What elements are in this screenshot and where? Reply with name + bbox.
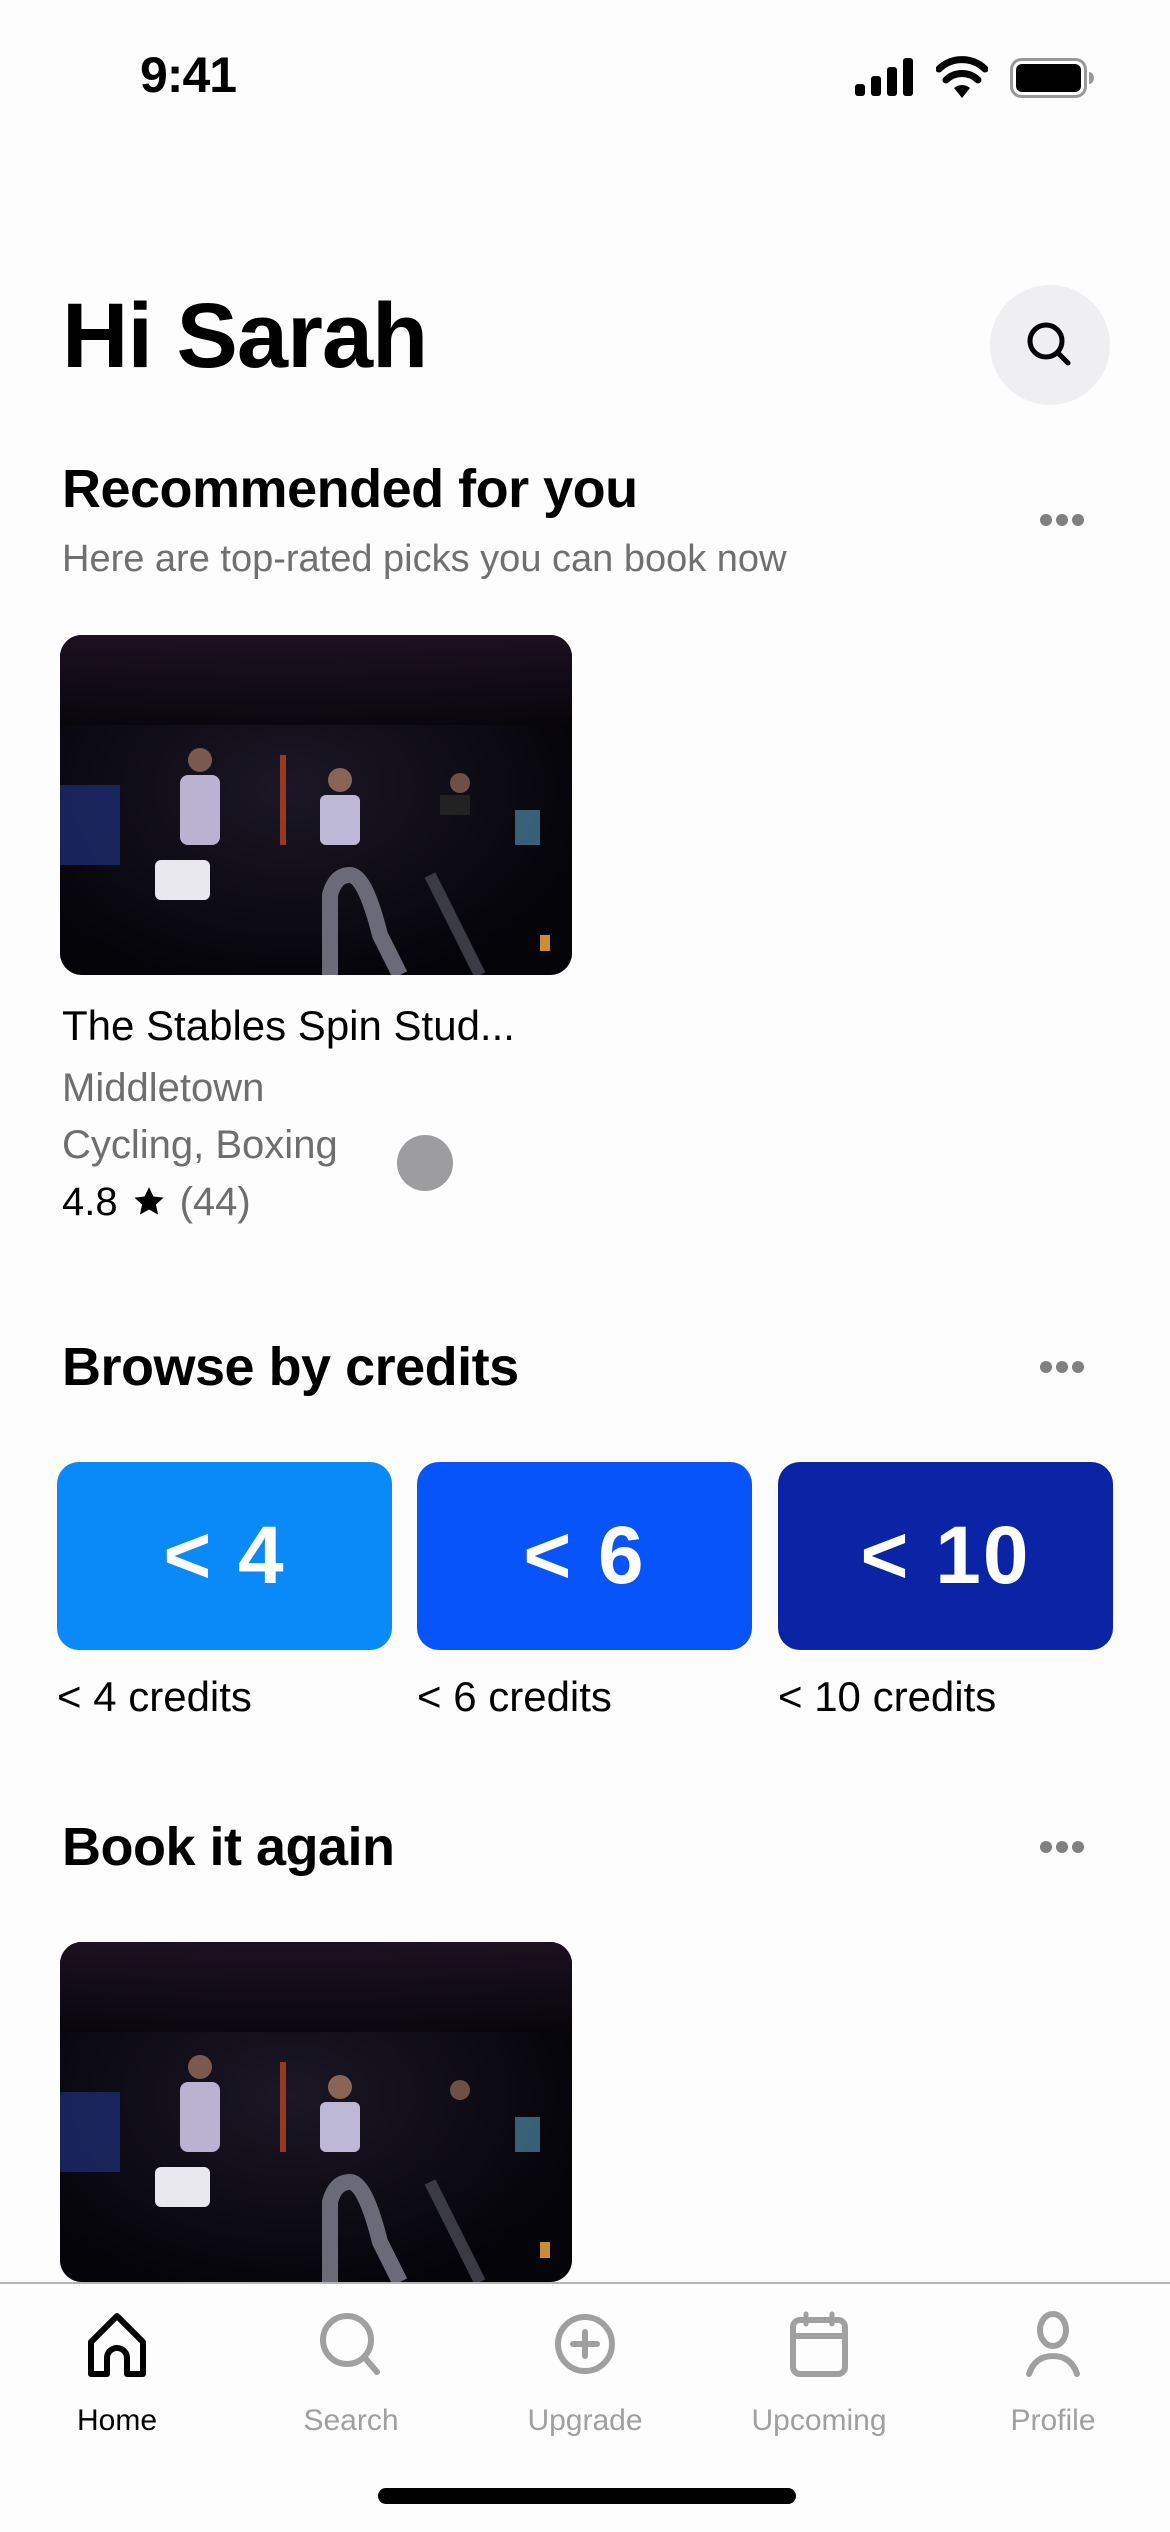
credit-tile-label[interactable]: < 4 credits xyxy=(57,1676,252,1718)
more-horizontal-icon xyxy=(1040,514,1052,526)
credit-tile-label[interactable]: < 10 credits xyxy=(778,1676,996,1718)
person-icon xyxy=(1026,2311,1080,2377)
studio-photo xyxy=(60,635,572,975)
tab-home[interactable]: Home xyxy=(0,2306,234,2438)
credit-tile-6[interactable]: < 6 xyxy=(417,1462,752,1650)
tab-label: Home xyxy=(76,2404,158,2437)
recommended-section-title: Recommended for you xyxy=(62,459,638,519)
more-horizontal-icon xyxy=(1040,1361,1052,1373)
credit-tile-label[interactable]: < 6 credits xyxy=(417,1676,612,1718)
studio-photo xyxy=(60,1942,572,2282)
dot xyxy=(1072,514,1084,526)
rating-value: 4.8 xyxy=(62,1180,118,1224)
tab-label: Search xyxy=(303,2404,399,2437)
studio-card-image[interactable] xyxy=(60,635,572,975)
tab-upcoming[interactable]: Upcoming xyxy=(702,2306,936,2438)
star-icon xyxy=(134,1187,164,1215)
dot xyxy=(1072,1841,1084,1853)
calendar-icon xyxy=(790,2311,848,2377)
search-button[interactable] xyxy=(990,285,1110,405)
dot xyxy=(1072,1361,1084,1373)
book-again-card-image[interactable] xyxy=(60,1942,572,2282)
tab-profile[interactable]: Profile xyxy=(936,2306,1170,2438)
studio-name[interactable]: The Stables Spin Stud... xyxy=(62,1005,515,1047)
dot xyxy=(1056,514,1068,526)
tab-search[interactable]: Search xyxy=(234,2306,468,2438)
home-icon xyxy=(88,2313,146,2377)
status-time: 9:41 xyxy=(140,47,237,103)
credit-tile-4[interactable]: < 4 xyxy=(57,1462,392,1650)
recommended-subtitle: Here are top-rated picks you can book no… xyxy=(62,538,787,580)
credit-tile-10[interactable]: < 10 xyxy=(778,1462,1113,1650)
browse-credits-title: Browse by credits xyxy=(62,1337,519,1397)
wifi-icon xyxy=(936,56,988,98)
page-title: Hi Sarah xyxy=(62,285,428,387)
tab-label: Upgrade xyxy=(527,2404,643,2437)
recommended-more-button[interactable] xyxy=(1040,513,1084,527)
browse-credits-more-button[interactable] xyxy=(1040,1360,1084,1374)
battery-icon xyxy=(1010,58,1094,98)
dot xyxy=(1056,1841,1068,1853)
tab-label: Profile xyxy=(1010,2404,1096,2437)
review-count: (44) xyxy=(179,1180,251,1224)
studio-rating: 4.8 (44) xyxy=(62,1182,251,1222)
tab-bar-divider xyxy=(0,2282,1170,2284)
cellular-signal-icon xyxy=(855,58,913,96)
more-horizontal-icon xyxy=(1040,1841,1052,1853)
book-again-more-button[interactable] xyxy=(1040,1840,1084,1854)
studio-location: Middletown xyxy=(62,1066,265,1110)
search-icon xyxy=(1027,322,1071,366)
plus-circle-icon xyxy=(555,2314,615,2374)
book-again-title: Book it again xyxy=(62,1817,395,1877)
home-indicator[interactable] xyxy=(378,2488,796,2504)
touch-indicator xyxy=(397,1135,453,1191)
studio-categories: Cycling, Boxing xyxy=(62,1123,338,1167)
tab-label: Upcoming xyxy=(751,2404,887,2437)
dot xyxy=(1056,1361,1068,1373)
search-icon xyxy=(320,2313,380,2375)
tab-upgrade[interactable]: Upgrade xyxy=(468,2306,702,2438)
